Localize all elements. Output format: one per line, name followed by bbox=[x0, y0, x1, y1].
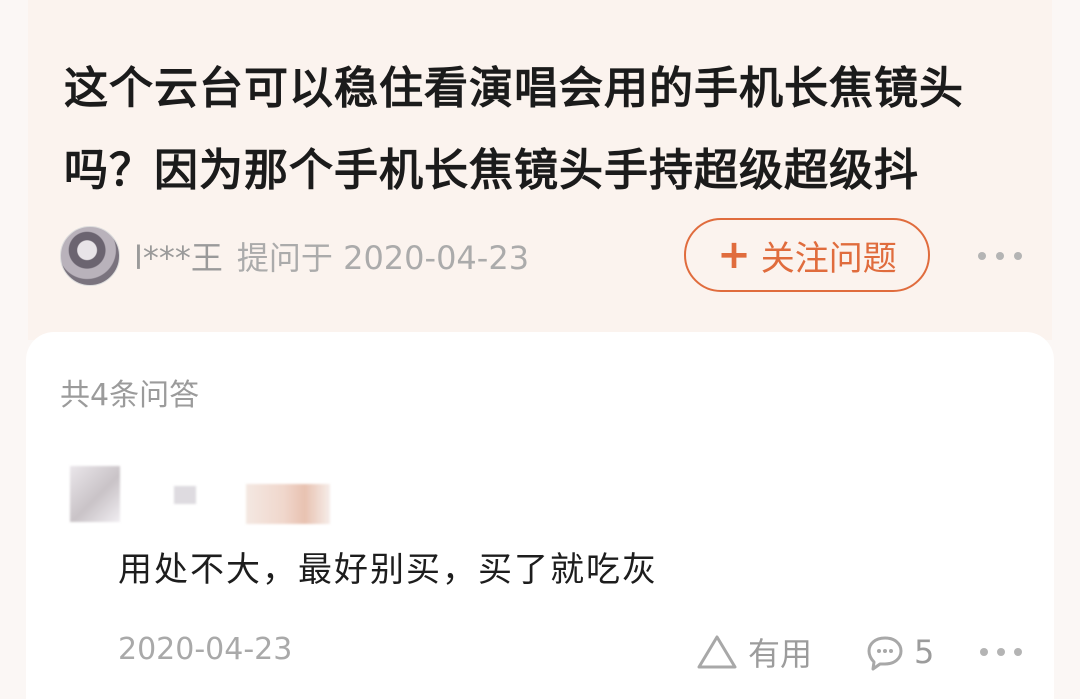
more-dot bbox=[1014, 252, 1022, 260]
asker-info: l***王 提问于 2020-04-23 bbox=[60, 226, 529, 286]
more-dot bbox=[978, 252, 986, 260]
blurred-username bbox=[174, 486, 196, 504]
follow-question-button[interactable]: + 关注问题 bbox=[684, 218, 930, 292]
comment-count: 5 bbox=[914, 633, 935, 671]
question-more-icon[interactable] bbox=[978, 236, 1022, 276]
more-dot bbox=[996, 252, 1004, 260]
useful-button[interactable]: 有用 bbox=[694, 630, 812, 674]
comment-bubble-icon bbox=[867, 636, 903, 671]
avatar-icon[interactable] bbox=[60, 226, 120, 286]
useful-label: 有用 bbox=[748, 635, 813, 673]
triangle-like-icon bbox=[697, 635, 737, 669]
blurred-avatar bbox=[70, 466, 120, 522]
answer-text: 用处不大，最好别买，买了就吃灰 bbox=[118, 550, 658, 590]
answer-date: 2020-04-23 bbox=[118, 632, 293, 667]
more-dot bbox=[997, 648, 1005, 656]
plus-icon: + bbox=[717, 232, 751, 278]
comment-button[interactable]: 5 bbox=[864, 630, 934, 674]
blurred-badge bbox=[246, 484, 330, 524]
follow-question-label: 关注问题 bbox=[760, 238, 897, 279]
page: 这个云台可以稳住看演唱会用的手机长焦镜头吗？因为那个手机长焦镜头手持超级超级抖 … bbox=[0, 0, 1080, 699]
more-dot bbox=[1014, 648, 1022, 656]
answer-more-icon[interactable] bbox=[980, 632, 1022, 672]
asker-name[interactable]: l***王 bbox=[134, 233, 223, 279]
more-dot bbox=[980, 648, 988, 656]
answers-count: 共4条问答 bbox=[60, 378, 200, 413]
question-title: 这个云台可以稳住看演唱会用的手机长焦镜头吗？因为那个手机长焦镜头手持超级超级抖 bbox=[64, 63, 964, 196]
asked-date: 提问于 2020-04-23 bbox=[236, 239, 530, 277]
